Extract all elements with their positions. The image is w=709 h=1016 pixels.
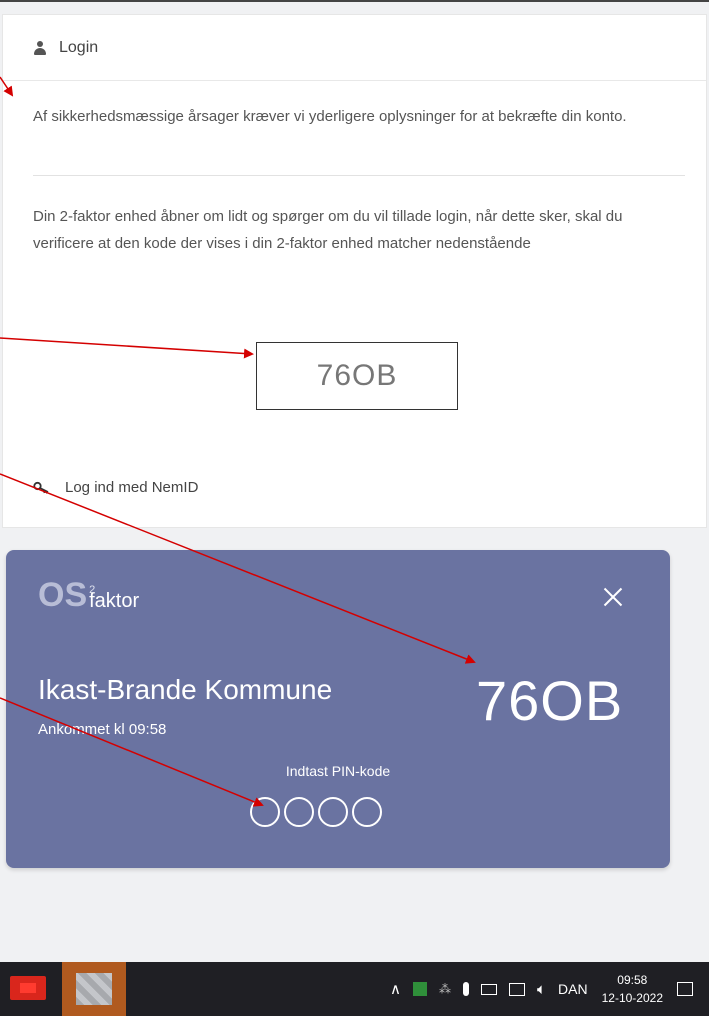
battery-icon[interactable] [481, 983, 498, 995]
pin-digit[interactable] [318, 797, 348, 827]
microphone-icon[interactable] [463, 982, 470, 996]
pin-digit[interactable] [284, 797, 314, 827]
volume-icon[interactable]: 🔈︎ [537, 981, 546, 998]
login-header: Login [3, 15, 706, 81]
pin-label: Indtast PIN-kode [285, 763, 391, 779]
language-indicator[interactable]: DAN [558, 981, 588, 997]
verification-code: 76OB [256, 342, 458, 410]
network-icon[interactable] [509, 982, 526, 996]
nemid-login-link[interactable]: Log ind med NemID [33, 479, 198, 496]
taskbar-app-icon[interactable] [10, 976, 46, 1000]
chevron-up-icon[interactable]: ∧ [390, 980, 401, 998]
organization-name: Ikast-Brande Kommune [38, 674, 333, 705]
key-icon [33, 481, 49, 494]
login-panel: Login Af sikkerhedsmæssige årsager kræve… [2, 14, 707, 528]
clock[interactable]: 09:58 12-10-2022 [602, 971, 663, 1007]
nemid-link-label[interactable]: Log ind med NemID [65, 479, 198, 496]
pin-digit[interactable] [250, 797, 280, 827]
close-icon[interactable] [602, 586, 624, 608]
app-thumbnail-icon [76, 973, 112, 1005]
notification-code: 76OB [476, 669, 624, 732]
pin-digit[interactable] [352, 797, 382, 827]
window-top-border [0, 0, 709, 2]
user-icon [33, 40, 47, 55]
divider [33, 175, 685, 176]
clock-date: 12-10-2022 [601, 991, 663, 1005]
taskbar: ∧ ⁂ 🔈︎ DAN 09:58 12-10-2022 [0, 962, 709, 1016]
system-tray: ∧ ⁂ 🔈︎ DAN 09:58 12-10-2022 [390, 962, 709, 1016]
os2faktor-logo: OS 2 faktor [38, 576, 140, 614]
taskbar-active-app[interactable] [62, 962, 126, 1016]
info-text: Din 2-faktor enhed åbner om lidt og spør… [33, 208, 623, 252]
ime-icon[interactable]: ⁂ [439, 982, 451, 996]
notification-center-icon[interactable] [677, 982, 693, 996]
arrival-time: Ankommet kl 09:58 [38, 721, 167, 738]
login-title: Login [59, 38, 99, 56]
pin-input[interactable] [250, 797, 382, 827]
clock-time: 09:58 [617, 973, 648, 987]
os2faktor-notification: OS 2 faktor Ikast-Brande Kommune Ankommet… [6, 550, 670, 868]
app-tray-icon[interactable] [413, 982, 428, 996]
intro-text: Af sikkerhedsmæssige årsager kræver vi y… [33, 108, 627, 125]
